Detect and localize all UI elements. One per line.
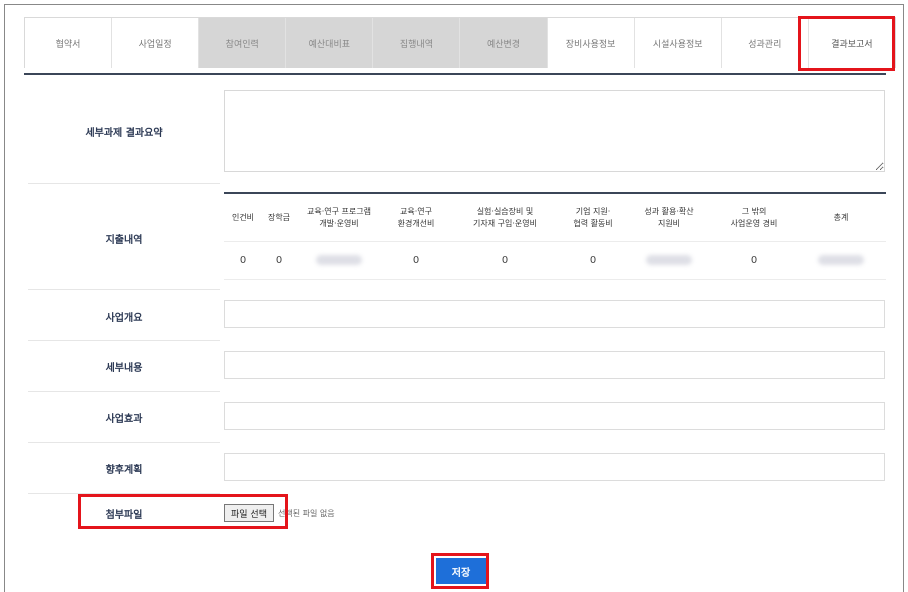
- effect-field[interactable]: [224, 402, 885, 430]
- expense-header: 실험·실습장비 및 기자재 구입·운영비: [450, 195, 560, 242]
- expense-value: 0: [382, 241, 450, 280]
- tab-bar: 협약서 사업일정 참여인력 예산대비표 집행내역 예산변경 장비사용정보 시설사…: [24, 17, 896, 68]
- choose-file-button[interactable]: 파일 선택: [224, 504, 274, 522]
- tab-budget-change[interactable]: 예산변경: [460, 18, 548, 68]
- tab-performance[interactable]: 성과관리: [721, 18, 809, 68]
- row-divider: [28, 493, 220, 494]
- expense-value: 0: [712, 241, 796, 280]
- save-button[interactable]: 저장: [436, 558, 486, 584]
- file-input: 파일 선택 선택된 파일 없음: [224, 503, 335, 523]
- expense-table: 인건비 장학금 교육·연구 프로그램 개발·운영비 교육·연구 환경개선비 실험…: [224, 195, 886, 280]
- detail-label: 세부내용: [105, 362, 143, 374]
- plan-field[interactable]: [224, 453, 885, 481]
- expense-value: 0: [224, 241, 262, 280]
- expense-header: 교육·연구 환경개선비: [382, 195, 450, 242]
- expense-value-redacted: [796, 241, 886, 280]
- row-divider: [28, 391, 220, 392]
- attach-label: 첨부파일: [105, 509, 143, 521]
- tab-underline: [24, 73, 886, 75]
- expense-value: 0: [450, 241, 560, 280]
- expense-label: 지출내역: [105, 234, 143, 246]
- detail-field[interactable]: [224, 351, 885, 379]
- row-divider: [28, 289, 220, 290]
- row-divider: [28, 340, 220, 341]
- tab-schedule[interactable]: 사업일정: [112, 18, 200, 68]
- expense-header: 총계: [796, 195, 886, 242]
- expense-table-rule: [224, 192, 886, 194]
- tab-facility[interactable]: 시설사용정보: [634, 18, 722, 68]
- tab-result-report[interactable]: 결과보고서: [808, 18, 895, 68]
- tab-agreement[interactable]: 협약서: [25, 18, 113, 68]
- overview-label: 사업개요: [105, 312, 143, 324]
- row-divider: [28, 442, 220, 443]
- tab-budget-comparison[interactable]: 예산대비표: [286, 18, 374, 68]
- expense-value: 0: [560, 241, 626, 280]
- expense-value-redacted: [296, 241, 382, 280]
- file-status: 선택된 파일 없음: [277, 508, 335, 518]
- tab-personnel[interactable]: 참여인력: [199, 18, 287, 68]
- redacted-value: [646, 254, 692, 265]
- overview-field[interactable]: [224, 300, 885, 328]
- expense-header: 기업 지원· 협력 활동비: [560, 195, 626, 242]
- expense-header: 인건비: [224, 195, 262, 242]
- expense-header: 교육·연구 프로그램 개발·운영비: [296, 195, 382, 242]
- expense-header: 장학금: [262, 195, 296, 242]
- redacted-value: [316, 254, 362, 265]
- tab-equipment[interactable]: 장비사용정보: [547, 18, 635, 68]
- table-row: 0 0 0 0 0 0: [224, 241, 886, 280]
- effect-label: 사업효과: [105, 413, 143, 425]
- summary-label: 세부과제 결과요약: [85, 127, 163, 139]
- summary-textarea[interactable]: [224, 90, 885, 172]
- tab-execution[interactable]: 집행내역: [373, 18, 461, 68]
- expense-header: 성과 활용·확산 지원비: [626, 195, 712, 242]
- expense-value: 0: [262, 241, 296, 280]
- expense-header: 그 밖의 사업운영 경비: [712, 195, 796, 242]
- redacted-value: [818, 254, 864, 265]
- plan-label: 향후계획: [105, 464, 143, 476]
- expense-value-redacted: [626, 241, 712, 280]
- row-divider: [28, 183, 220, 184]
